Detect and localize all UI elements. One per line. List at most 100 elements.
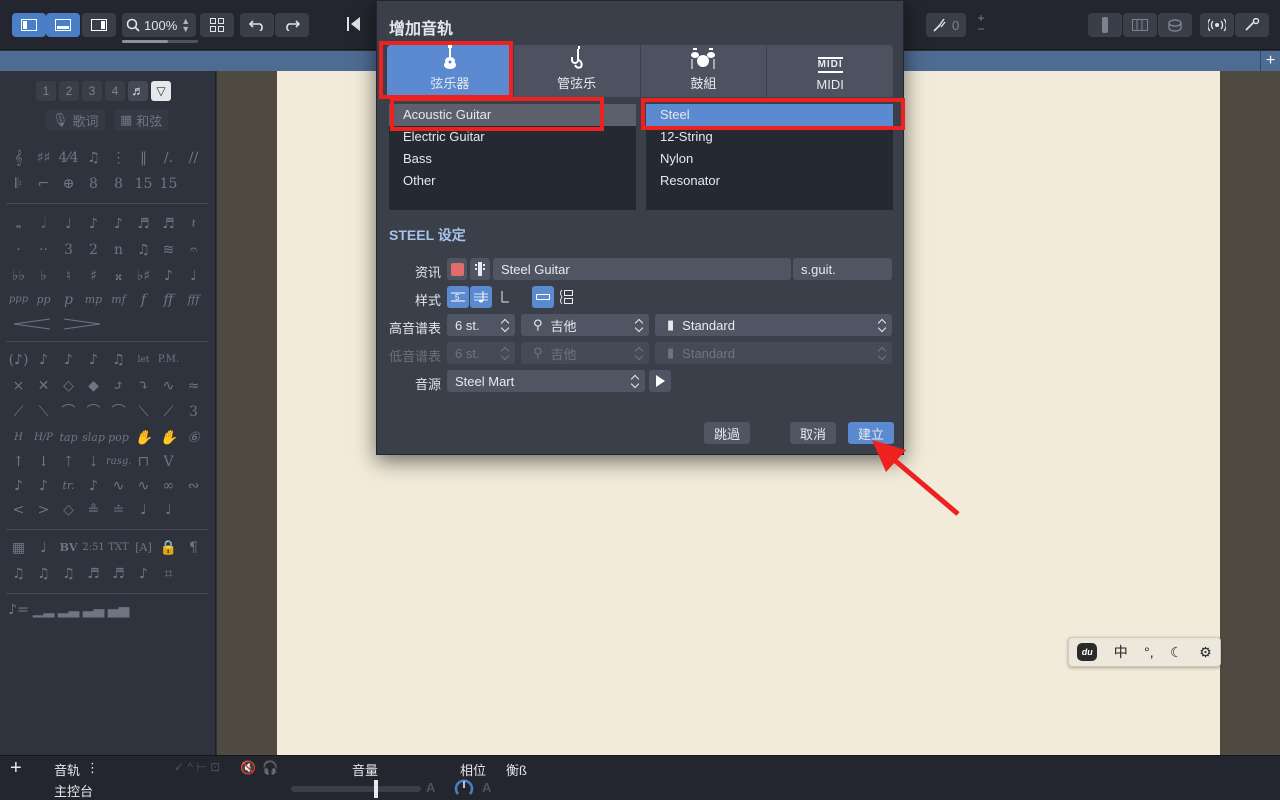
text-icon[interactable]: TXT [106, 537, 131, 559]
fermata-icon[interactable]: 𝄐 [181, 239, 206, 261]
tap-icon[interactable]: tap [56, 427, 81, 449]
list-item[interactable]: Bass [389, 148, 636, 170]
sound-button[interactable] [1200, 13, 1234, 37]
time-signature-icon[interactable]: 4⁄4 [56, 147, 81, 169]
pan-auto-icon[interactable]: A [482, 780, 491, 795]
chord-diagram-icon[interactable]: ▦ [6, 537, 31, 559]
double-dot-icon[interactable]: ·· [31, 239, 56, 261]
treble-strings-select[interactable]: 6 st. [447, 314, 515, 336]
sound-bank-select[interactable]: Steel Mart [447, 370, 645, 392]
style-standard-notation-button[interactable] [470, 286, 492, 308]
grace-note-on-icon[interactable]: ♩ [181, 265, 206, 287]
create-button[interactable]: 建立 [848, 422, 894, 444]
wavy-line-icon[interactable]: ∿ [106, 475, 131, 497]
skip-button[interactable]: 跳過 [704, 422, 750, 444]
double-flat-icon[interactable]: ♭♭ [6, 265, 31, 287]
harmonic-icon[interactable]: ◇ [56, 375, 81, 397]
tempo-icon[interactable]: ♩ [31, 537, 56, 559]
left-hand-icon[interactable]: ✋ [131, 427, 156, 449]
paragraph-icon[interactable]: ¶ [181, 537, 206, 559]
tremolo-bar-icon[interactable]: ⤵ [131, 375, 156, 397]
ime-settings-icon[interactable]: ⚙ [1199, 644, 1212, 661]
treble-instrument-select[interactable]: ⚲ 吉他 [521, 314, 649, 336]
zoom-dropdown[interactable]: 100% ▲ ▼ [122, 13, 196, 37]
pickstroke-down-icon[interactable]: ↓ [31, 451, 56, 473]
turn-icon[interactable]: ∞ [156, 475, 181, 497]
enharmonic-icon[interactable]: ♭♯ [131, 265, 156, 287]
track-color-button[interactable] [447, 258, 467, 280]
panel-bottom-toggle-button[interactable] [46, 13, 80, 37]
hammer-pull-icon[interactable]: H/P [31, 427, 56, 449]
tremolo-icon[interactable]: ≋ [156, 239, 181, 261]
fff-icon[interactable]: fff [181, 289, 206, 311]
beam-group-icon[interactable]: ⌗ [156, 563, 181, 585]
slur-icon[interactable]: ♫ [106, 349, 131, 371]
fade-in-icon[interactable]: ♪ [6, 475, 31, 497]
list-item[interactable]: Other [389, 170, 636, 192]
mute-icon[interactable]: 🔇 [240, 760, 256, 776]
add-track-button[interactable]: + [10, 757, 22, 780]
chord-button[interactable]: ▦ 和弦 [114, 109, 169, 131]
section-icon[interactable]: ⋮ [106, 147, 131, 169]
timer-icon[interactable]: 2:51 [81, 537, 106, 559]
slide-out-up-icon[interactable]: ⟋ [156, 401, 181, 423]
mic-button[interactable] [1235, 13, 1269, 37]
barline-icon[interactable]: ‖ [131, 147, 156, 169]
slide-in-below-icon[interactable]: ⟋ [6, 401, 31, 423]
velocity-equal-icon[interactable]: ♪= [6, 599, 31, 621]
list-item[interactable]: Resonator [646, 170, 893, 192]
voice-4-button[interactable]: 4 [105, 81, 125, 101]
ornament-icon[interactable]: ♩ [156, 499, 181, 521]
down-bow-icon[interactable]: ⊓ [131, 451, 156, 473]
eighth-note-icon[interactable]: ♪ [81, 213, 106, 235]
right-hand-icon[interactable]: ✋ [156, 427, 181, 449]
stem-direction-icon[interactable]: ♪ [131, 563, 156, 585]
hammer-icon[interactable]: H [6, 427, 31, 449]
lock-icon[interactable]: 🔒 [156, 537, 181, 559]
layout-dropdown[interactable] [200, 13, 234, 37]
zoom-slider[interactable] [122, 40, 198, 43]
track-name-field[interactable]: Steel Guitar [493, 258, 791, 280]
velocity-2-icon[interactable]: ▂▃ [56, 599, 81, 621]
tremolo-picking-icon[interactable]: ♪ [81, 475, 106, 497]
flat-icon[interactable]: ♭ [31, 265, 56, 287]
pan-knob[interactable] [454, 778, 474, 798]
tab-orchestral[interactable]: 管弦乐 [513, 45, 640, 97]
vibrato-icon[interactable]: ∿ [156, 375, 181, 397]
let-ring-icon[interactable]: let [131, 349, 156, 371]
slide-3-icon[interactable]: 3 [181, 401, 206, 423]
arpeggio-down-icon[interactable]: ≐ [106, 499, 131, 521]
arpeggio-up-icon[interactable]: ≗ [81, 499, 106, 521]
shift-slide-icon[interactable]: ⌒ [106, 401, 131, 423]
pickstroke-up-icon[interactable]: ↑ [6, 451, 31, 473]
string-number-icon[interactable]: ⑥ [181, 427, 206, 449]
bend-icon[interactable]: ⤴ [106, 375, 131, 397]
tuner-stepper[interactable]: + − [974, 12, 988, 37]
wide-vibrato-icon[interactable]: ≈ [181, 375, 206, 397]
auto-stem-icon[interactable]: ♬ [106, 563, 131, 585]
inverted-turn-icon[interactable]: ∾ [181, 475, 206, 497]
headphones-icon[interactable]: 🎧 [262, 760, 278, 776]
up-bow-icon[interactable]: V [156, 451, 181, 473]
repeat-icon[interactable]: ∕. [156, 147, 181, 169]
grace-icon[interactable]: ♩ [131, 499, 156, 521]
undo-button[interactable] [240, 13, 274, 37]
whammy-icon[interactable]: ∿ [131, 475, 156, 497]
voice-2-button[interactable]: 2 [59, 81, 79, 101]
artificial-harmonic-icon[interactable]: ◆ [81, 375, 106, 397]
hammer-on-icon[interactable]: ⌒ [56, 401, 81, 423]
swell-icon[interactable]: ◇ [56, 499, 81, 521]
triplet-icon[interactable]: 3 [56, 239, 81, 261]
instrument-icon-button[interactable] [470, 258, 490, 280]
double-sharp-icon[interactable]: 𝄪 [106, 265, 131, 287]
go-to-start-button[interactable] [346, 16, 366, 35]
quarter-note-icon[interactable]: ♩ [56, 213, 81, 235]
tuner-control[interactable]: 0 [926, 13, 966, 37]
sixteenth-note-icon[interactable]: ♪ [106, 213, 131, 235]
tie-icon[interactable]: ♫ [131, 239, 156, 261]
panel-right-toggle-button[interactable] [82, 13, 116, 37]
heavy-accent-icon[interactable]: ♪ [56, 349, 81, 371]
alternate-ending-icon[interactable]: ⌐ [31, 173, 56, 195]
volume-slider-thumb[interactable] [374, 780, 378, 798]
style-grand-staff-button[interactable] [555, 286, 577, 308]
